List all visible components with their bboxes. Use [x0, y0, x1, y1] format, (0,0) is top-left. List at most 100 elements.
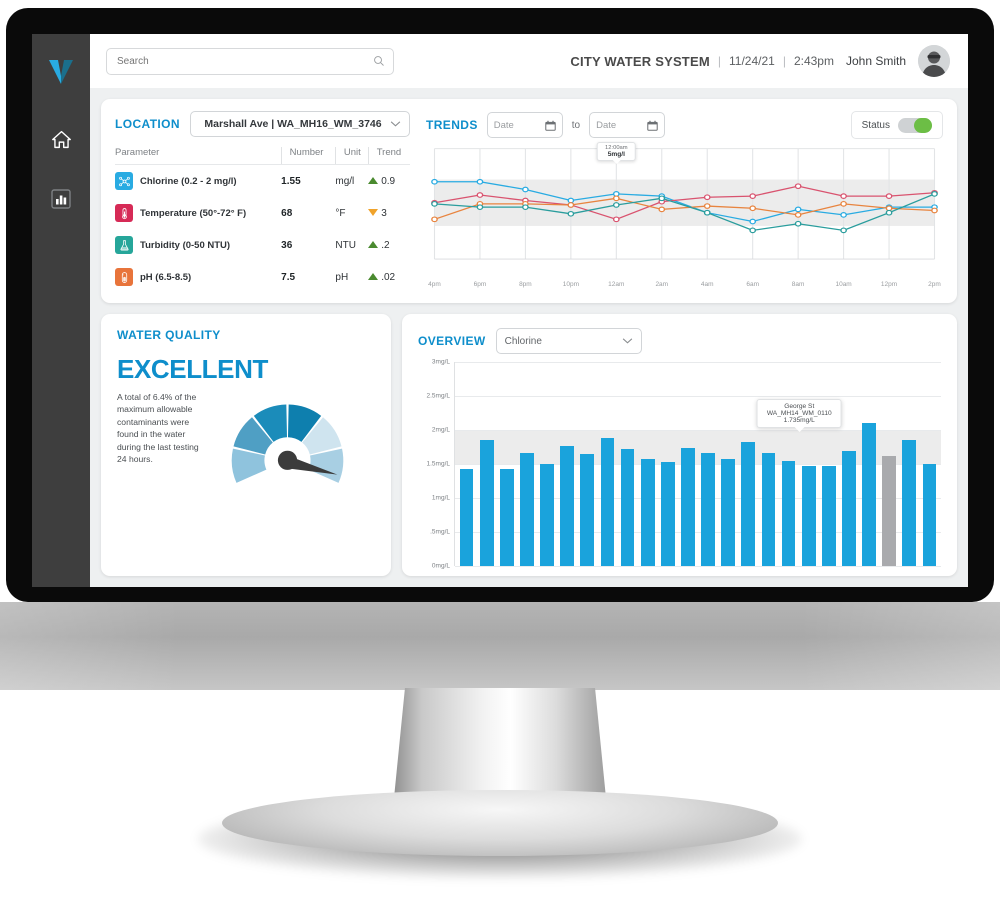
- bar[interactable]: [560, 446, 575, 566]
- bar-slot[interactable]: [598, 362, 617, 566]
- col-parameter: Parameter: [115, 147, 282, 165]
- sidebar-item-home[interactable]: [44, 122, 78, 156]
- bar-slot[interactable]: [517, 362, 536, 566]
- bar-slot[interactable]: [779, 362, 798, 566]
- bar-chart-icon: [51, 189, 71, 209]
- bar[interactable]: [681, 447, 695, 566]
- bar[interactable]: [761, 453, 776, 566]
- date-to-input[interactable]: Date: [589, 112, 666, 138]
- bar-slot[interactable]: [457, 362, 476, 566]
- table-row[interactable]: Chlorine (0.2 - 2 mg/l) 1.55 mg/l 0.9: [115, 165, 410, 198]
- bar-slot[interactable]: [497, 362, 516, 566]
- bar-slot[interactable]: [538, 362, 557, 566]
- cell-parameter: Turbidity (0-50 NTU): [115, 229, 281, 261]
- overview-select-value: Chlorine: [504, 335, 542, 347]
- overview-header: OVERVIEW Chlorine: [418, 328, 941, 354]
- bar-slot[interactable]: [900, 362, 919, 566]
- bar-slot[interactable]: [477, 362, 496, 566]
- bar-slot[interactable]: [719, 362, 738, 566]
- user-name[interactable]: John Smith: [846, 54, 906, 68]
- parameter-label: pH (6.5-8.5): [140, 271, 192, 283]
- overview-bar-chart[interactable]: 0mg/L .5mg/L 1mg/L 1.5mg/L 2mg/L 2.5mg/L 3mg/L…: [418, 358, 941, 570]
- tooltip-street: George St: [784, 403, 815, 411]
- bar[interactable]: [721, 459, 736, 566]
- bar-slot[interactable]: [699, 362, 718, 566]
- date-from-placeholder: Date: [493, 119, 514, 131]
- bar[interactable]: [660, 461, 675, 566]
- trends-line-chart[interactable]: 4pm 6pm 8pm 10pm 12am 2am 4am 6am 8am 10am 12pm 2pm…: [426, 141, 943, 293]
- bar[interactable]: [902, 440, 917, 566]
- bar[interactable]: [520, 453, 534, 566]
- monitor: CITY WATER SYSTEM | 11/24/21 | 2:43pm Jo…: [0, 0, 1000, 899]
- parameters-table: Parameter Number Unit Trend Chlorine (0.…: [115, 147, 410, 293]
- separator-1: |: [717, 54, 721, 68]
- bar-slot[interactable]: [618, 362, 637, 566]
- location-select[interactable]: Marshall Ave | WA_MH16_WM_3746: [189, 111, 410, 137]
- bar[interactable]: [741, 441, 756, 566]
- search-box[interactable]: [106, 47, 394, 75]
- bar-slot[interactable]: [638, 362, 657, 566]
- status-toggle[interactable]: [898, 117, 932, 133]
- bar[interactable]: [499, 468, 514, 566]
- table-row[interactable]: Turbidity (0-50 NTU) 36 NTU .2: [115, 229, 410, 261]
- y-tick: 3mg/L: [431, 358, 450, 366]
- bar[interactable]: [600, 438, 615, 566]
- bar[interactable]: [922, 464, 937, 566]
- trends-panel: TRENDS Date to Date Status 4pm 6pm 8pm 1…: [410, 111, 943, 293]
- bar[interactable]: [459, 468, 474, 566]
- table-row[interactable]: Temperature (50°-72° F) 68 °F 3: [115, 197, 410, 229]
- table-row[interactable]: pH (6.5-8.5) 7.5 pH .02: [115, 261, 410, 293]
- water-quality-title: WATER QUALITY: [117, 328, 221, 342]
- topbar: CITY WATER SYSTEM | 11/24/21 | 2:43pm Jo…: [90, 34, 968, 88]
- bar-slot[interactable]: [799, 362, 818, 566]
- bar[interactable]: [540, 464, 554, 566]
- system-title: CITY WATER SYSTEM: [570, 53, 710, 69]
- bar[interactable]: [640, 458, 655, 566]
- x-tick: 12am: [608, 281, 625, 288]
- bar[interactable]: [801, 466, 816, 566]
- bar-slot[interactable]: [558, 362, 577, 566]
- topbar-right: CITY WATER SYSTEM | 11/24/21 | 2:43pm Jo…: [570, 45, 950, 77]
- water-quality-rating: EXCELLENT: [117, 354, 268, 384]
- cell-unit: pH: [335, 271, 349, 283]
- bar-slot[interactable]: [759, 362, 778, 566]
- bar[interactable]: [580, 453, 595, 566]
- x-tick: 4am: [700, 281, 714, 288]
- bar[interactable]: [842, 451, 856, 566]
- cell-trend: 0.9: [368, 165, 410, 198]
- bar[interactable]: [701, 453, 715, 566]
- search-input[interactable]: [115, 54, 373, 68]
- avatar[interactable]: [918, 45, 950, 77]
- bar-slot[interactable]: [839, 362, 858, 566]
- date-from-input[interactable]: Date: [486, 112, 563, 138]
- bar-slot[interactable]: [819, 362, 838, 566]
- x-tick: 8pm: [519, 281, 532, 288]
- bar-slot[interactable]: [860, 362, 879, 566]
- y-tick: 1mg/L: [431, 494, 450, 502]
- bar-slot[interactable]: [880, 362, 899, 566]
- overview-card: OVERVIEW Chlorine 0mg/L .5mg/L 1mg/L 1.5mg/…: [402, 314, 957, 576]
- y-tick: 0mg/L: [431, 562, 450, 570]
- bar-slot[interactable]: [678, 362, 697, 566]
- trend-down-icon: [368, 208, 379, 216]
- location-select-value: Marshall Ave | WA_MH16_WM_3746: [204, 118, 382, 130]
- bar[interactable]: [882, 455, 897, 566]
- bar[interactable]: [821, 466, 836, 566]
- sidebar-item-reports[interactable]: [44, 182, 78, 216]
- cell-trend: 3: [368, 197, 410, 229]
- parameter-label: Chlorine (0.2 - 2 mg/l): [140, 175, 237, 187]
- bar[interactable]: [862, 423, 876, 566]
- trend-up-icon: [368, 176, 379, 184]
- bar-slot[interactable]: [739, 362, 758, 566]
- bar-slot[interactable]: [578, 362, 597, 566]
- bar[interactable]: [479, 439, 494, 566]
- water-quality-gauge: [199, 391, 375, 518]
- status-toggle-knob: [914, 117, 932, 133]
- trend-up-icon: [368, 240, 379, 248]
- bar[interactable]: [620, 449, 635, 566]
- overview-parameter-select[interactable]: Chlorine: [495, 328, 642, 354]
- chevron-down-icon: [622, 338, 632, 344]
- bar-slot[interactable]: [658, 362, 677, 566]
- bar[interactable]: [781, 461, 796, 566]
- bar-slot[interactable]: [920, 362, 939, 566]
